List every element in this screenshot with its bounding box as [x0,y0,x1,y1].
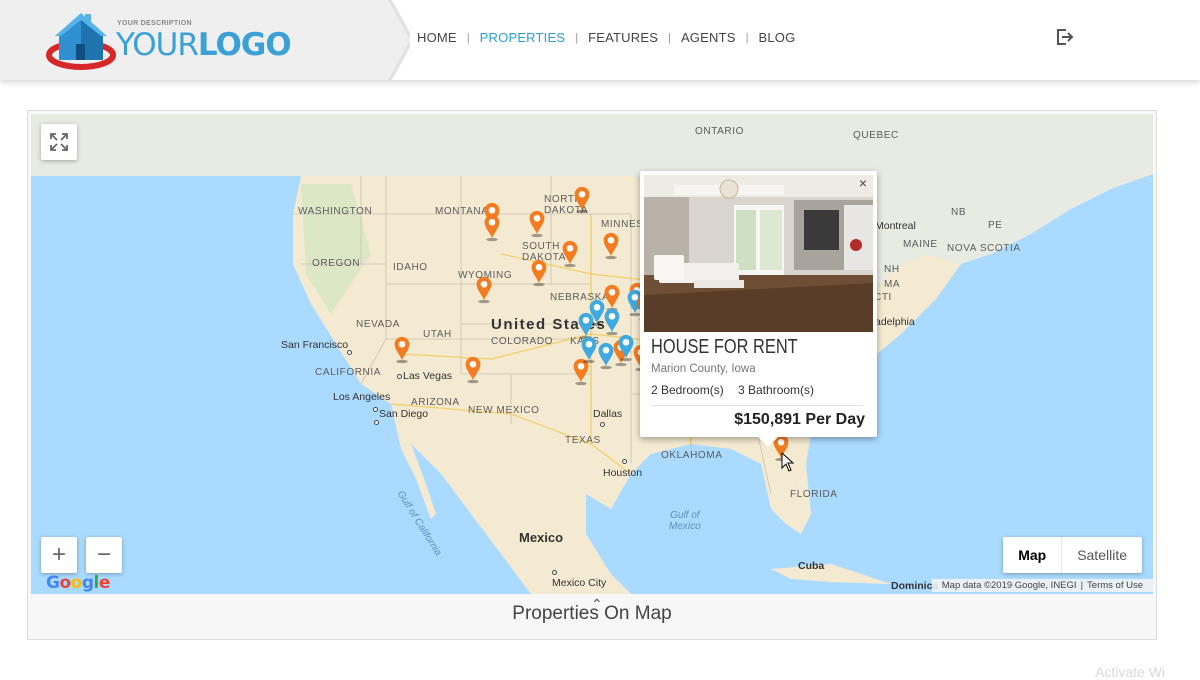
property-title[interactable]: HOUSE FOR RENT [651,336,798,359]
property-photo[interactable] [644,175,873,332]
blue-property-pin[interactable] [596,342,616,370]
orange-property-pin[interactable] [601,232,621,260]
map-label-san-diego: San Diego [379,408,429,420]
property-price: $150,891 Per Day [734,411,865,428]
info-window-pointer [758,437,778,447]
fullscreen-button[interactable] [41,124,77,160]
zoom-out-button[interactable]: − [86,537,122,573]
logo-your: YOUR [116,27,199,63]
map-label-houston: Houston [603,467,643,479]
map-label-florida: FLORIDA [790,489,838,500]
city-dot [397,374,402,379]
map-label-maine: MAINE [903,239,938,250]
map-type-map[interactable]: Map [1003,537,1063,573]
map-label-nova-scotia: NOVA SCOTIA [947,243,1021,254]
map-label-philadelphia: adelphia [875,316,915,328]
map-label-utah: UTAH [423,329,452,340]
logo-logo: LOGO [197,27,292,63]
map-label-las-vegas: Las Vegas [403,370,453,382]
orange-property-pin[interactable] [392,336,412,364]
orange-property-pin[interactable] [529,259,549,287]
logo-wordmark: YOURLOGO [116,27,292,63]
map-label-nh: NH [884,264,900,275]
properties-map-section: ONTARIO QUEBEC WASHINGTON MONTANA NORTH … [27,110,1157,640]
nav-separator: | [466,31,470,44]
nav-features[interactable]: FEATURES [588,30,658,45]
orange-property-pin[interactable] [527,210,547,238]
map-label-ontario: ONTARIO [695,126,745,137]
orange-property-pin[interactable] [474,276,494,304]
map-label-san-francisco: San Francisco [281,339,349,351]
fullscreen-icon [50,133,68,151]
google-map[interactable]: ONTARIO QUEBEC WASHINGTON MONTANA NORTH … [31,114,1153,594]
map-label-montreal: Montreal [875,220,916,232]
map-label-dallas: Dallas [593,408,623,420]
map-type-satellite[interactable]: Satellite [1062,537,1142,573]
activate-watermark: Activate Wi [1095,664,1166,680]
map-label-nevada: NEVADA [356,319,400,330]
zoom-in-button[interactable]: + [41,537,77,573]
main-nav: HOME | PROPERTIES | FEATURES | AGENTS | … [417,30,795,45]
map-label-montana: MONTANA [435,206,489,217]
info-close-button[interactable]: × [859,175,867,191]
site-header: YOUR DESCRIPTION YOURLOGO HOME | PROPERT… [0,0,1200,80]
property-bathrooms: 3 Bathroom(s) [738,383,815,397]
map-type-control: Map Satellite [1003,537,1142,573]
map-label-ma: MA [884,279,901,290]
map-label-mexico-city: Mexico City [552,577,607,589]
map-label-minnesota: MINNES [601,219,644,230]
nav-agents[interactable]: AGENTS [681,30,736,45]
map-label-nb: NB [951,207,967,218]
city-dot [347,350,352,355]
logo-description: YOUR DESCRIPTION [117,20,192,27]
map-label-california: CALIFORNIA [315,367,382,378]
property-bedrooms: 2 Bedroom(s) [651,383,724,397]
city-dot [622,459,627,464]
map-label-mexico: Mexico [519,530,564,545]
orange-property-pin[interactable] [463,356,483,384]
house-logo-icon [46,13,116,70]
orange-property-pin[interactable] [560,240,580,268]
nav-home[interactable]: HOME [417,30,457,45]
map-attribution: Map data ©2019 Google, INEGI | Terms of Us… [931,579,1153,592]
google-logo: Google [46,573,110,593]
map-label-washington: WASHINGTON [298,206,373,217]
map-label-texas: TEXAS [565,435,601,446]
city-dot [374,420,379,425]
map-label-oregon: OREGON [312,258,361,269]
nav-separator: | [575,31,579,44]
map-label-new-mexico: NEW MEXICO [468,405,540,416]
city-dot [552,570,557,575]
nav-separator: | [745,31,749,44]
orange-property-pin[interactable] [482,214,502,242]
city-dot [373,407,378,412]
map-label-colorado: COLORADO [491,336,554,347]
nav-blog[interactable]: BLOG [758,30,795,45]
blue-property-pin[interactable] [602,308,622,336]
info-divider [651,405,863,406]
map-label-gulf-of-mexico: Gulf of Mexico [669,510,701,532]
map-label-pe: PE [988,220,1003,231]
mouse-cursor-icon [781,452,795,472]
map-data-credit: Map data ©2019 Google, INEGI [941,580,1077,591]
map-label-cuba: Cuba [798,560,825,572]
logout-icon[interactable] [1055,27,1075,47]
map-label-los-angeles: Los Angeles [333,391,391,403]
nav-separator: | [668,31,671,44]
terms-of-use-link[interactable]: Terms of Use [1087,580,1143,591]
map-label-idaho: IDAHO [393,262,428,273]
property-info-window: × HOUSE FOR RENT Marion County, Iowa 2 B… [640,171,877,447]
map-section-title: Properties On Map [512,603,672,624]
logo-panel[interactable]: YOUR DESCRIPTION YOURLOGO [0,0,410,80]
map-footer: ⌃ Properties On Map [28,595,1156,639]
map-label-quebec: QUEBEC [853,130,899,141]
orange-property-pin[interactable] [572,186,592,214]
property-location: Marion County, Iowa [651,363,756,375]
map-label-arizona: ARIZONA [411,397,460,408]
city-dot [600,422,605,427]
blue-property-pin[interactable] [616,334,636,362]
nav-properties[interactable]: PROPERTIES [480,30,566,45]
map-label-oklahoma: OKLAHOMA [661,450,723,461]
